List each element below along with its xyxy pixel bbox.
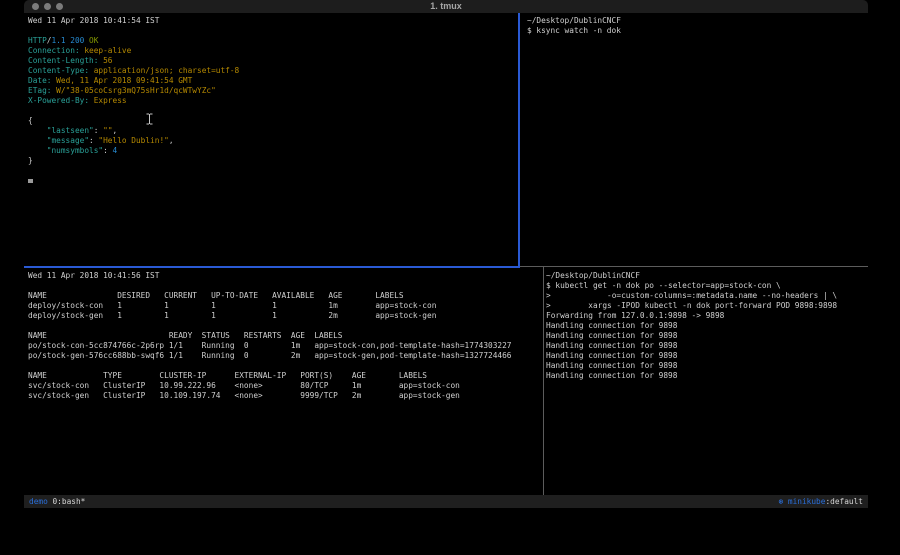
- terminal-line: deploy/stock-con 1 1 1 1 1m app=stock-co…: [28, 301, 547, 311]
- terminal-line: Wed 11 Apr 2018 10:41:56 IST: [28, 271, 547, 281]
- terminal-line: Handling connection for 9898: [546, 331, 870, 341]
- terminal-line: [28, 26, 522, 36]
- pane-ksync-watch[interactable]: ~/Desktop/DublinCNCF$ ksync watch -n dok: [520, 13, 875, 269]
- terminal-line: Content-Type: application/json; charset=…: [28, 66, 522, 76]
- terminal-line: Handling connection for 9898: [546, 361, 870, 371]
- terminal-line: "numsymbols": 4: [28, 146, 522, 156]
- terminal-line: [28, 361, 547, 371]
- terminal-line: NAME READY STATUS RESTARTS AGE LABELS: [28, 331, 547, 341]
- window-tab[interactable]: 0:bash*: [52, 497, 85, 506]
- pane-divider-horizontal-inactive[interactable]: [520, 266, 868, 267]
- terminal-line: [28, 176, 522, 186]
- terminal-line: po/stock-gen-576cc688bb-swqf6 1/1 Runnin…: [28, 351, 547, 361]
- terminal-line: Forwarding from 127.0.0.1:9898 -> 9898: [546, 311, 870, 321]
- terminal-line: Handling connection for 9898: [546, 351, 870, 361]
- kube-context: minikube: [788, 497, 826, 506]
- terminal-line: $ kubectl get -n dok po --selector=app=s…: [546, 281, 870, 291]
- terminal-line: ~/Desktop/DublinCNCF: [546, 271, 870, 281]
- terminal-line: [28, 321, 547, 331]
- terminal-line: Handling connection for 9898: [546, 341, 870, 351]
- terminal-line: NAME TYPE CLUSTER-IP EXTERNAL-IP PORT(S)…: [28, 371, 547, 381]
- terminal-window: 1. tmux Wed 11 Apr 2018 10:41:54 IST HTTP…: [24, 0, 868, 509]
- terminal-block-cursor: [28, 179, 33, 183]
- terminal-line: NAME DESIRED CURRENT UP-TO-DATE AVAILABL…: [28, 291, 547, 301]
- terminal-line: [28, 106, 522, 116]
- terminal-line: ETag: W/"38-05coCsrg3mQ75sHr1d/qcWTwYZc": [28, 86, 522, 96]
- terminal-line: $ ksync watch -n dok: [527, 26, 875, 36]
- terminal-line: Date: Wed, 11 Apr 2018 09:41:54 GMT: [28, 76, 522, 86]
- terminal-line: svc/stock-gen ClusterIP 10.109.197.74 <n…: [28, 391, 547, 401]
- terminal-line: po/stock-con-5cc874766c-2p6rp 1/1 Runnin…: [28, 341, 547, 351]
- terminal-line: > -o=custom-columns=:metadata.name --no-…: [546, 291, 870, 301]
- terminal-line: [28, 166, 522, 176]
- terminal-line: "lastseen": "",: [28, 126, 522, 136]
- terminal-line: Handling connection for 9898: [546, 321, 870, 331]
- terminal-line: [28, 281, 547, 291]
- terminal-line: "message": "Hello Dublin!",: [28, 136, 522, 146]
- pane-port-forward[interactable]: ~/Desktop/DublinCNCF$ kubectl get -n dok…: [544, 268, 870, 498]
- terminal-line: Wed 11 Apr 2018 10:41:54 IST: [28, 16, 522, 26]
- terminal-line: > xargs -IPOD kubectl -n dok port-forwar…: [546, 301, 870, 311]
- tmux-status-bar: demo 0:bash* ⊛ minikube:default: [24, 495, 868, 508]
- pane-http-response[interactable]: Wed 11 Apr 2018 10:41:54 IST HTTP/1.1 200…: [24, 13, 522, 269]
- mouse-cursor-ibeam: [145, 113, 154, 125]
- pane-kubectl-resources[interactable]: Wed 11 Apr 2018 10:41:56 IST NAME DESIRED…: [24, 268, 547, 498]
- kube-namespace: :default: [825, 497, 863, 506]
- terminal-line: }: [28, 156, 522, 166]
- terminal-line: Handling connection for 9898: [546, 371, 870, 381]
- terminal-line: HTTP/1.1 200 OK: [28, 36, 522, 46]
- terminal-line: ~/Desktop/DublinCNCF: [527, 16, 875, 26]
- terminal-line: {: [28, 116, 522, 126]
- terminal-line: Connection: keep-alive: [28, 46, 522, 56]
- terminal-line: svc/stock-con ClusterIP 10.99.222.96 <no…: [28, 381, 547, 391]
- terminal-line: deploy/stock-gen 1 1 1 1 2m app=stock-ge…: [28, 311, 547, 321]
- window-title: 1. tmux: [24, 1, 868, 11]
- terminal-line: Content-Length: 56: [28, 56, 522, 66]
- session-name: demo: [29, 497, 48, 506]
- terminal-line: X-Powered-By: Express: [28, 96, 522, 106]
- desktop: { "window": { "title": "1. tmux" }, "col…: [0, 0, 900, 555]
- window-titlebar[interactable]: 1. tmux: [24, 0, 868, 13]
